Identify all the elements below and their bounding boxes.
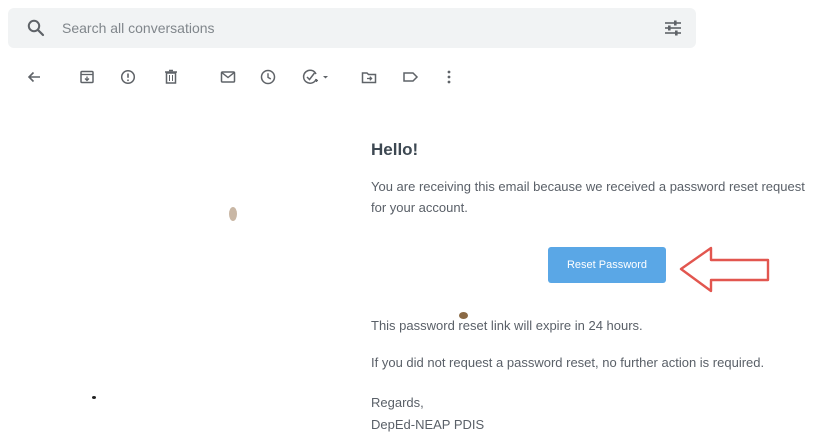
delete-icon[interactable] [162,68,180,86]
scan-speck [229,207,237,221]
back-arrow-icon[interactable] [25,68,43,86]
move-to-icon[interactable] [360,68,378,86]
signature: DepEd-NEAP PDIS [371,417,485,432]
more-options-icon[interactable] [440,68,458,86]
closing: Regards, [371,395,424,410]
snooze-icon[interactable] [259,68,277,86]
add-to-tasks-icon[interactable] [301,68,331,86]
tune-icon[interactable] [662,18,684,38]
greeting: Hello! [371,140,419,159]
search-input[interactable] [62,18,622,38]
mark-unread-icon[interactable] [219,68,237,86]
search-icon[interactable] [26,18,46,38]
red-arrow-annotation [677,245,773,300]
scan-speck [92,396,96,399]
intro-paragraph: You are receiving this email because we … [371,179,805,215]
no-action-note: If you did not request a password reset,… [371,355,765,370]
search-bar[interactable] [8,8,696,48]
expiry-note: This password reset link will expire in … [371,318,643,333]
report-spam-icon[interactable] [119,68,137,86]
archive-icon[interactable] [78,68,96,86]
label-icon[interactable] [401,68,419,86]
message-toolbar [0,62,832,92]
reset-password-button[interactable]: Reset Password [548,247,666,283]
